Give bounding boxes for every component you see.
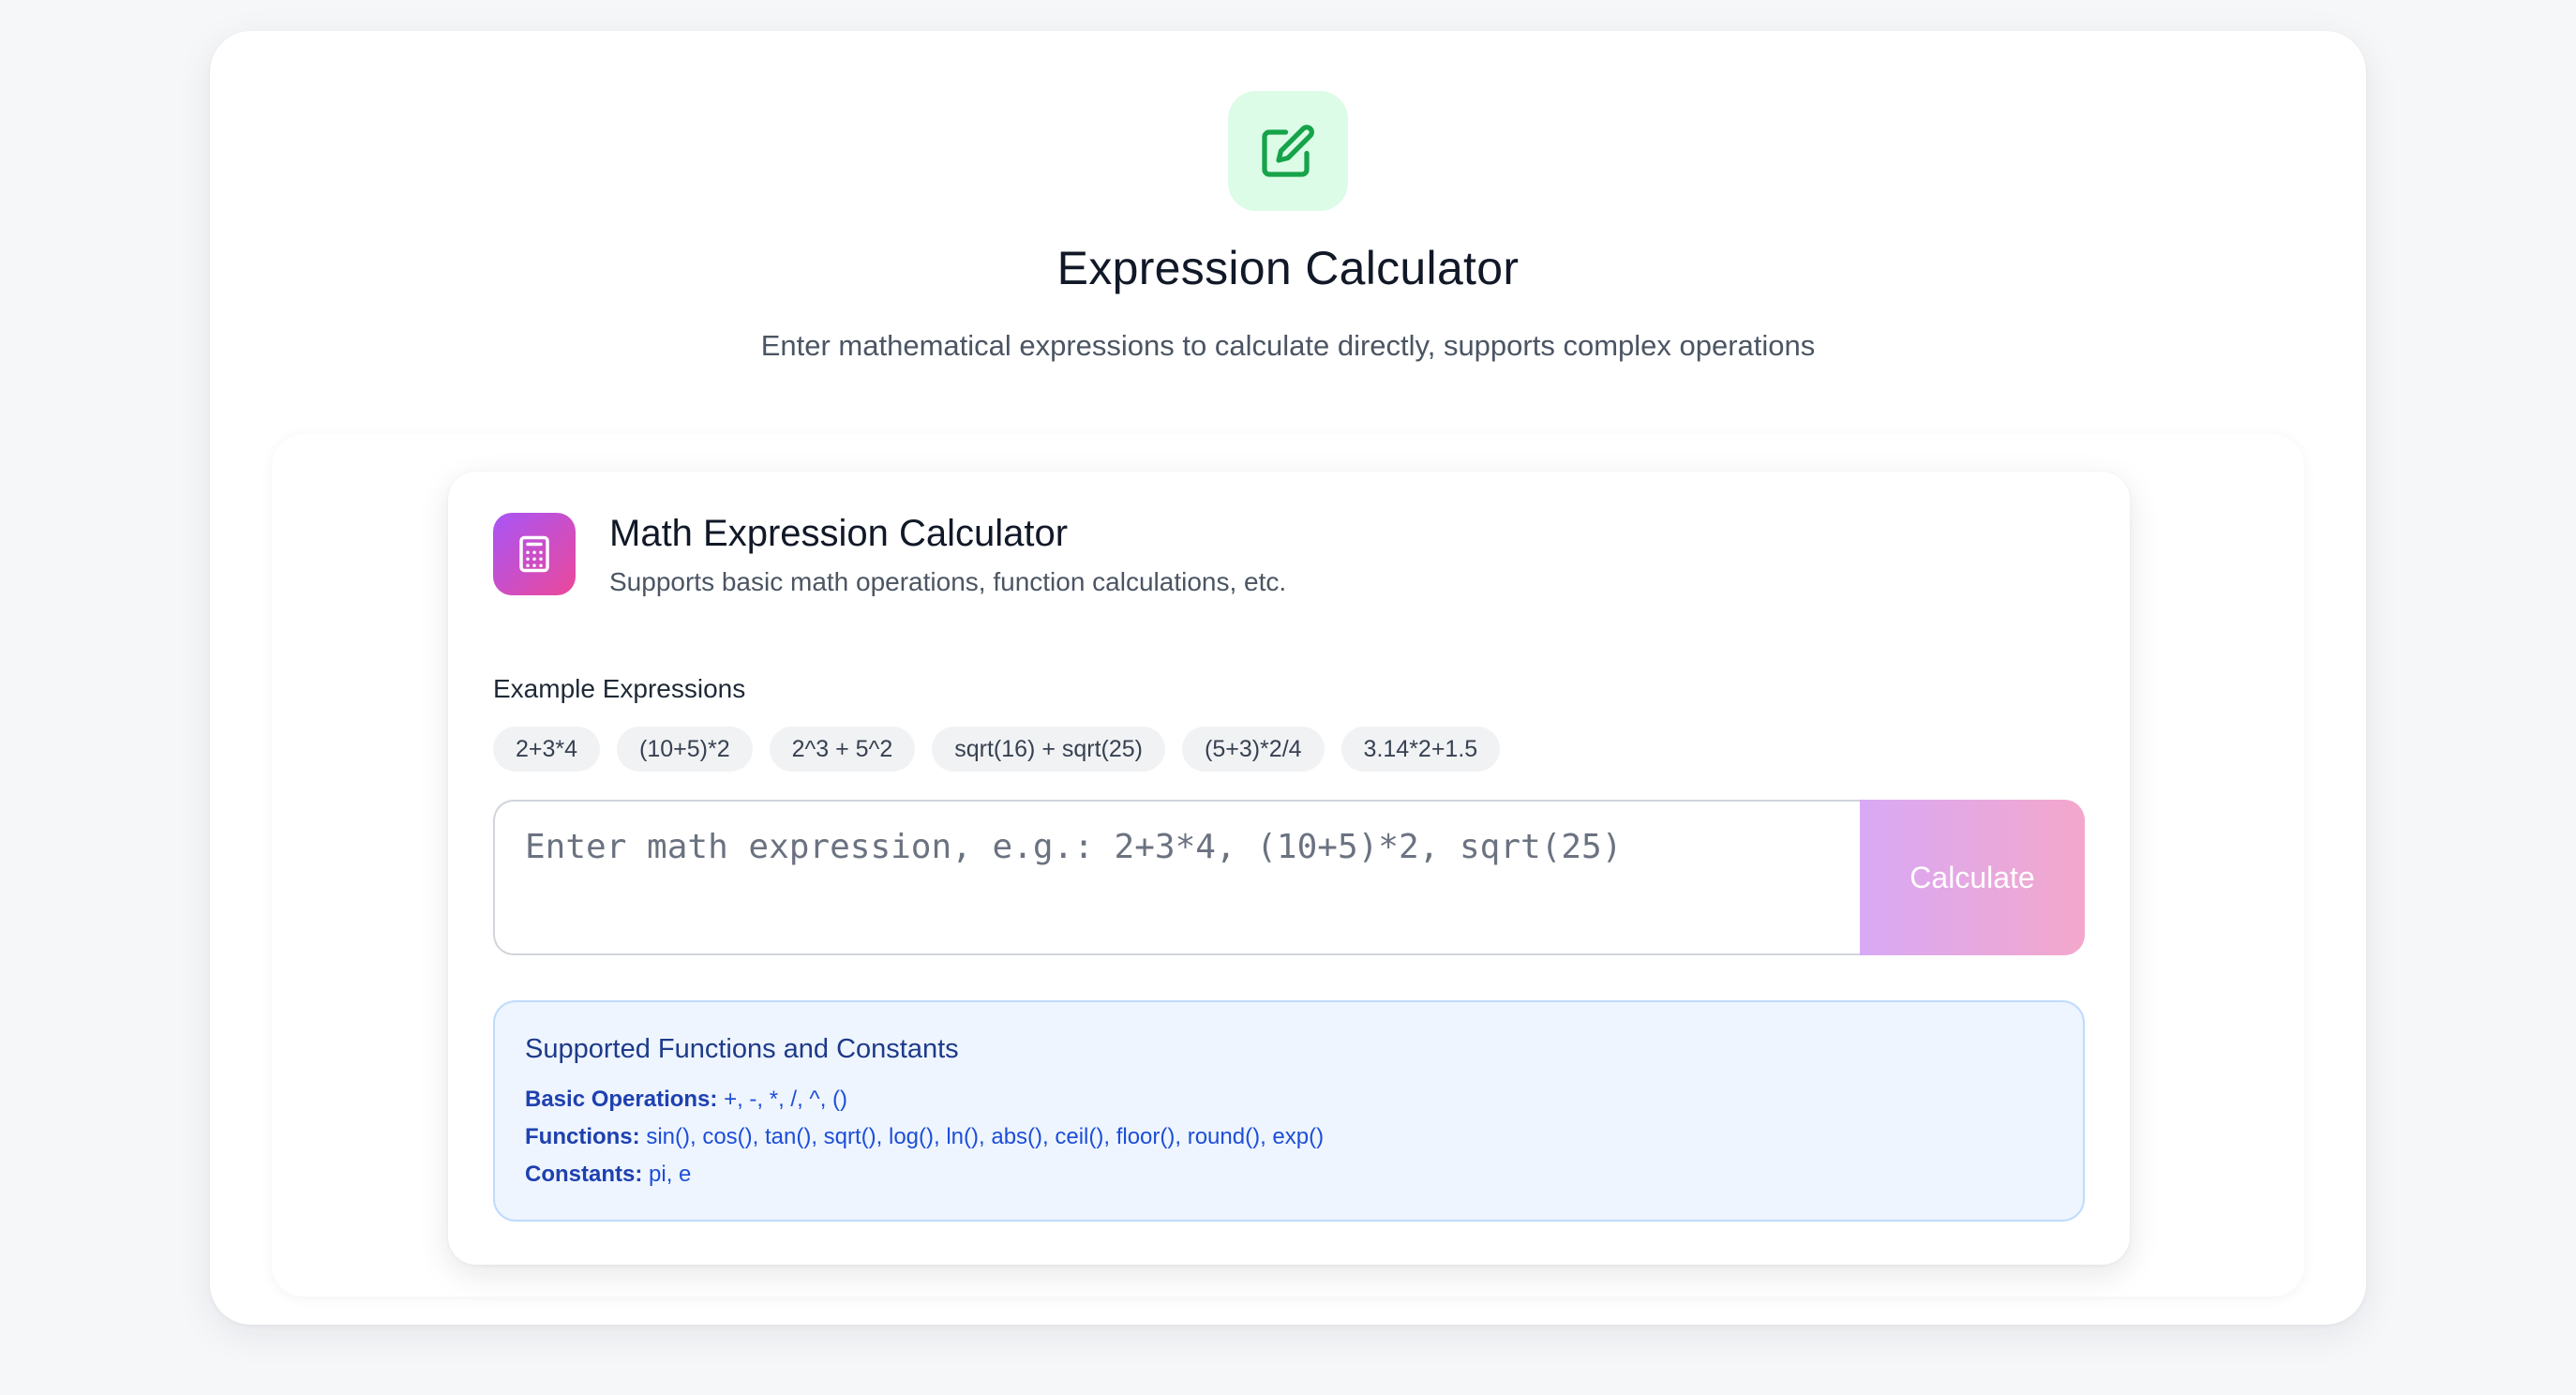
info-title: Supported Functions and Constants	[525, 1034, 959, 1064]
example-chip[interactable]: sqrt(16) + sqrt(25)	[932, 727, 1165, 772]
expression-input-group: Calculate	[493, 800, 2085, 955]
page-title: Expression Calculator	[1056, 242, 1520, 294]
calculate-button[interactable]: Calculate	[1860, 800, 2085, 955]
basic-operations-line: Basic Operations: +, -, *, /, ^, ()	[525, 1087, 847, 1113]
basic-operations-value: +, -, *, /, ^, ()	[717, 1087, 848, 1112]
calculator-card: Math Expression Calculator Supports basi…	[448, 472, 2130, 1265]
supported-functions-box: Supported Functions and Constants Basic …	[493, 1000, 2085, 1222]
examples-label: Example Expressions	[493, 674, 746, 703]
expression-input[interactable]	[493, 800, 1862, 955]
example-chip[interactable]: 2+3*4	[493, 727, 601, 772]
constants-line: Constants: pi, e	[525, 1162, 691, 1188]
main-card: Expression Calculator Enter mathematical…	[210, 31, 2366, 1325]
edit-icon	[1228, 91, 1348, 211]
page-subtitle: Enter mathematical expressions to calcul…	[760, 329, 1816, 362]
example-chip[interactable]: 3.14*2+1.5	[1340, 727, 1501, 772]
calculator-title: Math Expression Calculator	[609, 513, 1069, 554]
constants-value: pi, e	[642, 1162, 692, 1187]
functions-label: Functions:	[525, 1124, 640, 1149]
example-chip[interactable]: (10+5)*2	[617, 727, 753, 772]
example-chip[interactable]: 2^3 + 5^2	[769, 727, 916, 772]
constants-label: Constants:	[525, 1162, 643, 1187]
example-chips: 2+3*4 (10+5)*2 2^3 + 5^2 sqrt(16) + sqrt…	[493, 727, 1501, 772]
functions-line: Functions: sin(), cos(), tan(), sqrt(), …	[525, 1124, 1324, 1150]
calculator-subtitle: Supports basic math operations, function…	[609, 567, 1287, 596]
basic-operations-label: Basic Operations:	[525, 1087, 718, 1112]
example-chip[interactable]: (5+3)*2/4	[1182, 727, 1325, 772]
functions-value: sin(), cos(), tan(), sqrt(), log(), ln()…	[639, 1124, 1325, 1149]
calculator-icon	[493, 513, 576, 595]
